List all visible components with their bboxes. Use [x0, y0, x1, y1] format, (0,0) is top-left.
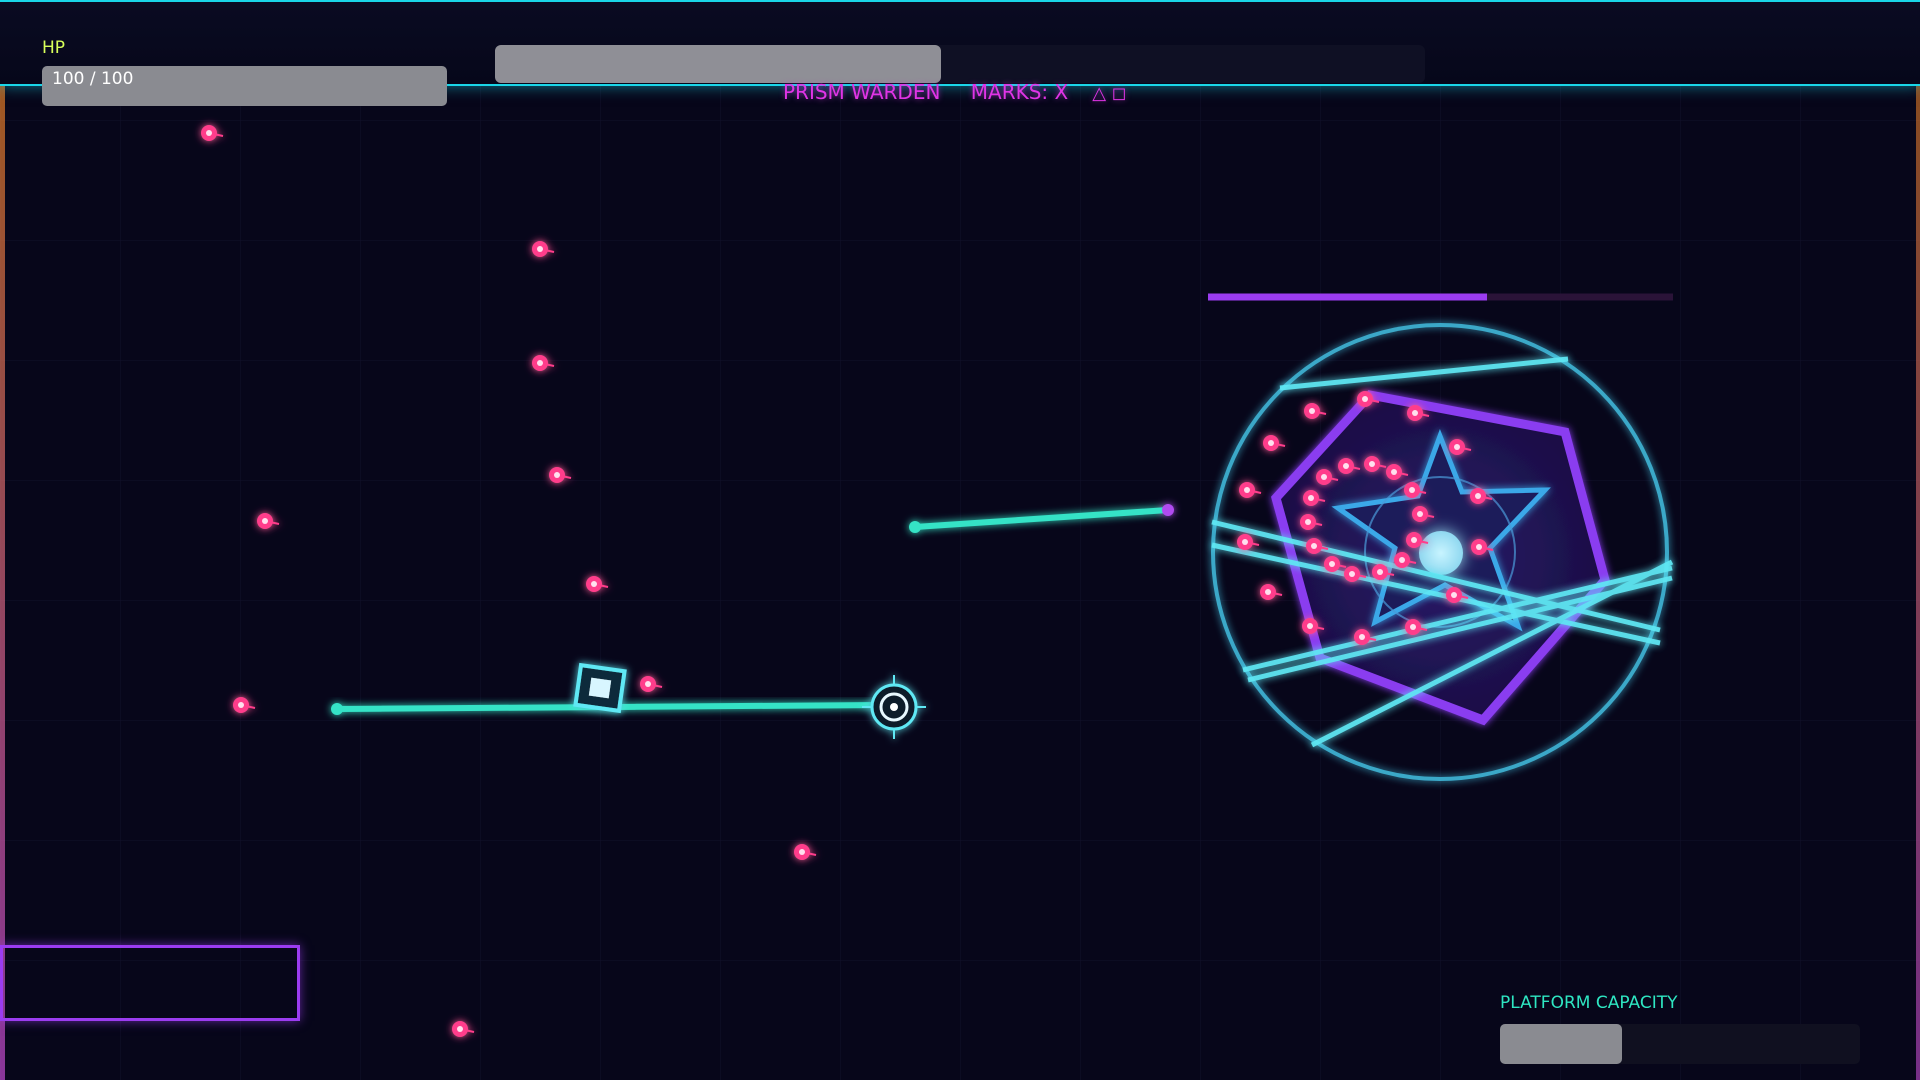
game-stage[interactable]: HP 100 / 100 PRISM WARDEN MARKS: X △ ◻ PL… [0, 0, 1920, 1080]
boss-progress-fill [495, 45, 942, 83]
hp-label: HP [42, 38, 66, 58]
hp-value: 100 / 100 [52, 69, 134, 89]
player-cube[interactable] [573, 662, 627, 714]
marks-label: MARKS: X [970, 80, 1069, 104]
boss-core [1419, 531, 1463, 575]
platform-capacity-bar [1500, 1024, 1860, 1064]
platform-capacity-label: PLATFORM CAPACITY [1500, 993, 1678, 1013]
boss-title: PRISM WARDEN MARKS: X △ ◻ [783, 80, 1151, 104]
platform-capacity-fill [1500, 1024, 1623, 1064]
boss-progress-bar [495, 45, 1425, 83]
arena-left-edge [0, 86, 5, 1080]
marks-shape-icons: △ ◻ [1092, 83, 1127, 104]
arena-canvas [0, 86, 1920, 1080]
boss-name: PRISM WARDEN [783, 80, 941, 104]
platform-slot[interactable] [0, 945, 300, 1021]
arena-right-edge [1916, 86, 1920, 1080]
